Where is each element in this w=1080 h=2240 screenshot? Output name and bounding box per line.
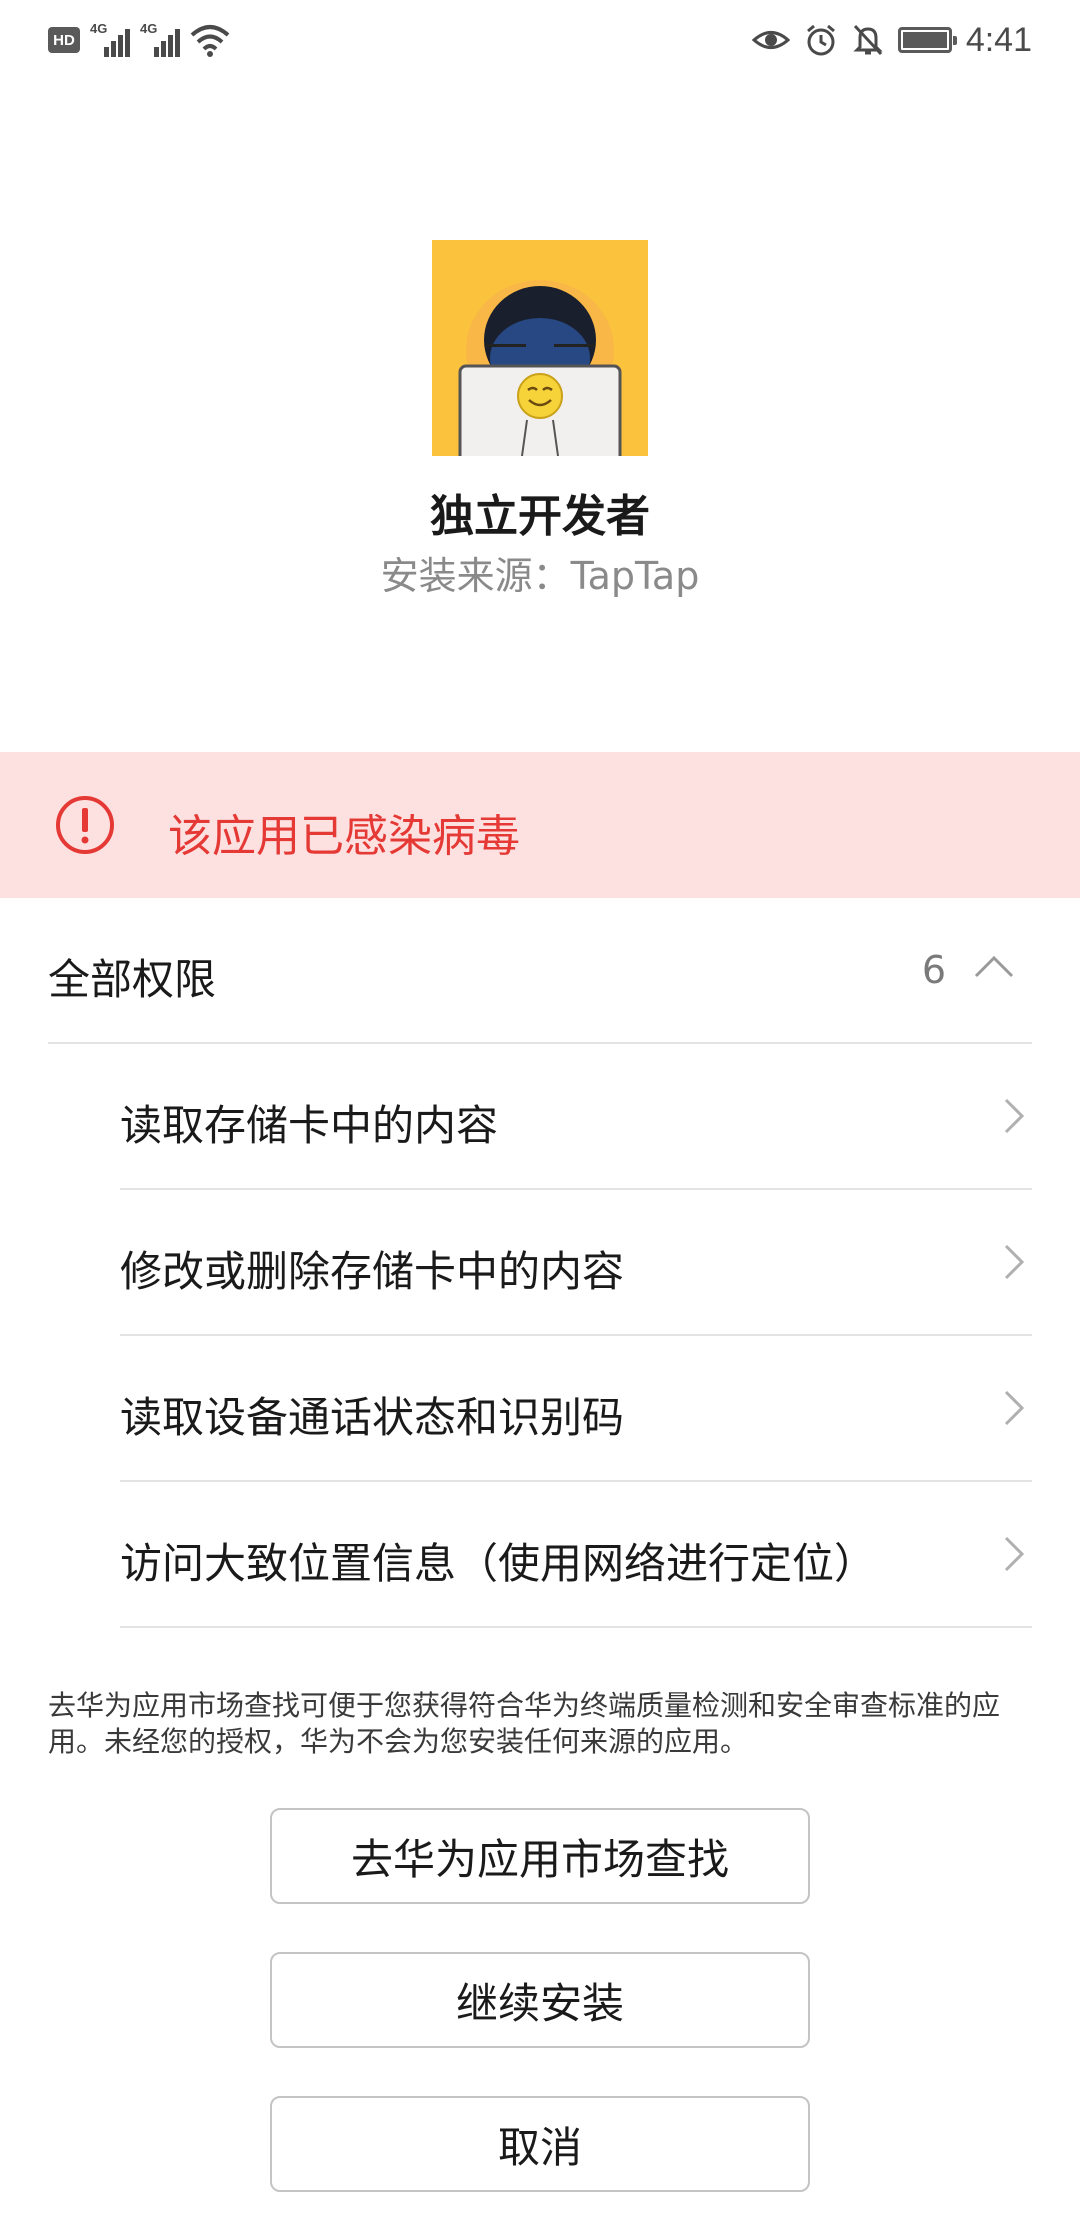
permission-item-phone-state[interactable]: 读取设备通话状态和识别码 [120, 1336, 1032, 1482]
permission-item-coarse-location[interactable]: 访问大致位置信息（使用网络进行定位） [120, 1482, 1032, 1628]
status-bar: HD 4G 4G 4:41 [0, 0, 1080, 80]
battery-icon [897, 27, 957, 53]
search-market-button[interactable]: 去华为应用市场查找 [270, 1808, 810, 1904]
status-bar-right: 4:41 [751, 18, 1032, 62]
alarm-icon [806, 24, 835, 56]
all-permissions-toggle[interactable]: 全部权限 6 [48, 898, 1032, 1044]
app-name: 独立开发者 [430, 491, 650, 542]
install-source: 安装来源：TapTap [380, 554, 700, 598]
eye-icon [751, 31, 790, 49]
permission-label: 访问大致位置信息（使用网络进行定位） [120, 1539, 877, 1588]
permissions-count: 6 [921, 948, 946, 992]
market-notice-text: 去华为应用市场查找可便于您获得符合华为终端质量检测和安全审查标准的应用。未经您的… [48, 1689, 1001, 1758]
warning-icon [56, 796, 114, 854]
app-icon [432, 240, 648, 456]
permission-item-modify-storage[interactable]: 修改或删除存储卡中的内容 [120, 1190, 1032, 1336]
status-bar-left: HD 4G 4G [48, 20, 230, 60]
hd-icon: HD [48, 27, 80, 53]
status-time: 4:41 [965, 20, 1032, 59]
signal-icon: 4G [140, 21, 180, 57]
chevron-right-icon [1004, 1536, 1025, 1572]
permission-label: 修改或删除存储卡中的内容 [120, 1247, 625, 1296]
permission-item-read-storage[interactable]: 读取存储卡中的内容 [120, 1044, 1032, 1190]
cancel-button[interactable]: 取消 [270, 2096, 810, 2192]
network-type-label: 4G [90, 21, 108, 36]
permission-list: 读取存储卡中的内容 修改或删除存储卡中的内容 读取设备通话状态和识别码 访问大致… [120, 1044, 1032, 1628]
continue-install-button[interactable]: 继续安装 [270, 1952, 810, 2048]
virus-warning-banner: 该应用已感染病毒 [0, 752, 1080, 898]
app-avatar-image [432, 240, 648, 456]
chevron-right-icon [1004, 1244, 1025, 1280]
permissions-title: 全部权限 [48, 955, 217, 1004]
network-type-label: 4G [140, 21, 158, 36]
permission-label: 读取设备通话状态和识别码 [120, 1393, 625, 1442]
chevron-right-icon [1004, 1390, 1025, 1426]
bell-off-icon [853, 24, 883, 56]
chevron-up-icon [974, 955, 1014, 978]
virus-warning-text: 该应用已感染病毒 [168, 811, 520, 862]
wifi-icon [190, 25, 230, 57]
chevron-right-icon [1004, 1098, 1025, 1134]
signal-icon: 4G [90, 21, 130, 57]
permission-label: 读取存储卡中的内容 [120, 1101, 499, 1150]
